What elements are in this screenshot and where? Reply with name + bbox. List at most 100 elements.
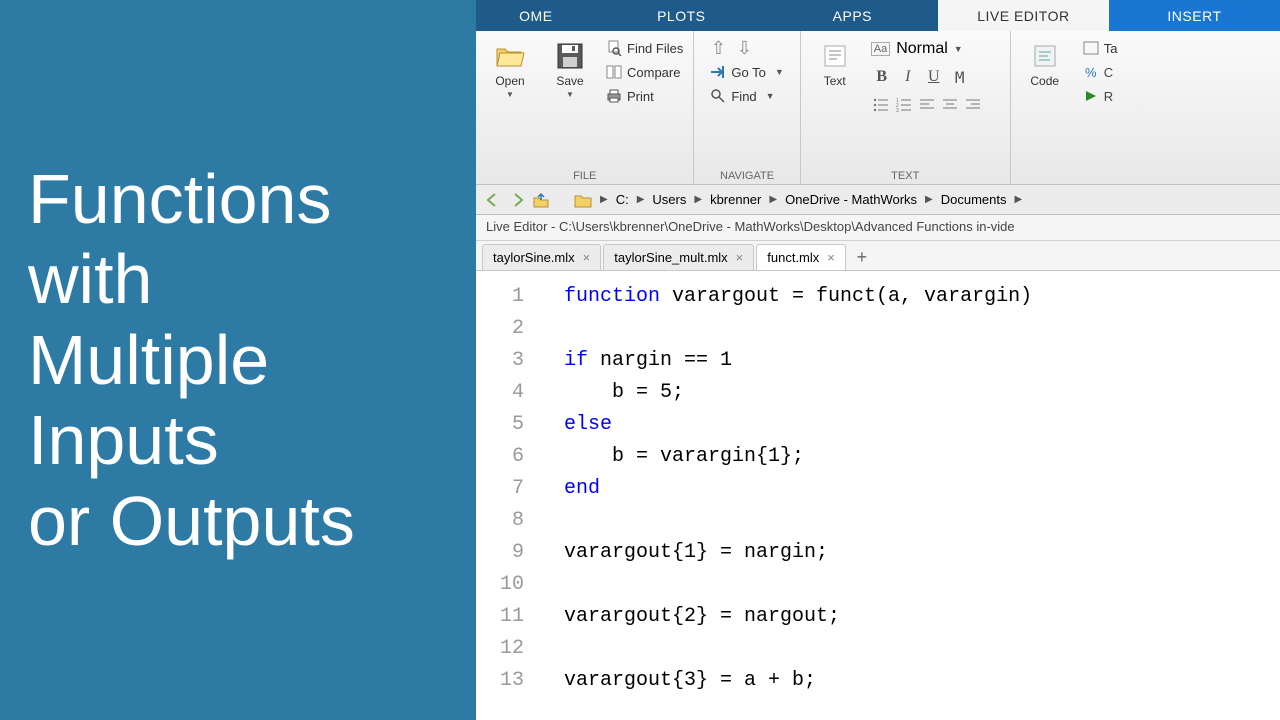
code-line[interactable] [564, 569, 1280, 601]
path-users[interactable]: Users [652, 192, 686, 207]
code-line[interactable]: varargout{1} = nargin; [564, 537, 1280, 569]
chevron-down-icon: ▼ [766, 91, 775, 101]
refactor-button[interactable]: Ta [1079, 38, 1122, 58]
toolstrip-tabs: OME PLOTS APPS LIVE EDITOR INSERT [476, 0, 1280, 31]
chevron-right-icon: ▶ [769, 194, 777, 205]
code-line[interactable]: b = varargin{1}; [564, 441, 1280, 473]
code-button[interactable]: Code [1017, 36, 1073, 92]
code-icon [1029, 40, 1061, 72]
bullet-list-icon[interactable] [871, 96, 891, 114]
line-number: 2 [476, 313, 524, 345]
open-button[interactable]: Open ▼ [482, 36, 538, 103]
code-editor[interactable]: 12345678910111213 function varargout = f… [476, 271, 1280, 720]
path-user[interactable]: kbrenner [710, 192, 761, 207]
tab-live-editor[interactable]: LIVE EDITOR [938, 0, 1109, 31]
code-area[interactable]: function varargout = funct(a, varargin) i… [534, 281, 1280, 720]
tab-apps[interactable]: APPS [767, 0, 938, 31]
print-button[interactable]: Print [602, 86, 687, 106]
line-number: 10 [476, 569, 524, 601]
code-line[interactable] [564, 505, 1280, 537]
path-onedrive[interactable]: OneDrive - MathWorks [785, 192, 917, 207]
file-tab-2[interactable]: taylorSine_mult.mlx × [603, 244, 754, 270]
refactor-icon [1083, 40, 1099, 56]
code-line[interactable]: varargout{3} = a + b; [564, 665, 1280, 697]
new-tab-button[interactable]: + [848, 244, 876, 270]
line-number: 3 [476, 345, 524, 377]
comment-button[interactable]: %C [1079, 62, 1122, 82]
chevron-right-icon: ▶ [694, 194, 702, 205]
chevron-down-icon: ▼ [954, 44, 963, 54]
code-line[interactable] [564, 633, 1280, 665]
file-tabs: taylorSine.mlx × taylorSine_mult.mlx × f… [476, 241, 1280, 271]
folder-icon [574, 191, 592, 209]
arrow-up-icon: ⇧ [710, 40, 726, 56]
forward-icon[interactable] [508, 191, 526, 209]
file-tab-3[interactable]: funct.mlx × [756, 244, 846, 270]
title-line-5: or Outputs [28, 481, 448, 562]
svg-text:3: 3 [896, 108, 899, 112]
close-icon[interactable]: × [583, 250, 591, 265]
title-line-4: Inputs [28, 400, 448, 481]
code-line[interactable]: b = 5; [564, 377, 1280, 409]
tab-home[interactable]: OME [476, 0, 596, 31]
tab-insert[interactable]: INSERT [1109, 0, 1280, 31]
chevron-right-icon: ▶ [1015, 194, 1023, 205]
align-center-icon[interactable] [940, 96, 960, 114]
printer-icon [606, 88, 622, 104]
group-label-file: FILE [482, 168, 687, 184]
path-drive[interactable]: C: [616, 192, 629, 207]
italic-button[interactable]: I [897, 66, 919, 88]
line-number: 6 [476, 441, 524, 473]
line-number: 7 [476, 473, 524, 505]
close-icon[interactable]: × [736, 250, 744, 265]
chevron-right-icon: ▶ [600, 194, 608, 205]
code-line[interactable] [564, 313, 1280, 345]
code-line[interactable]: if nargin == 1 [564, 345, 1280, 377]
text-style-dropdown[interactable]: Aa Normal ▼ [867, 38, 987, 60]
run-button[interactable]: R [1079, 86, 1122, 106]
line-number: 4 [476, 377, 524, 409]
find-button[interactable]: Find ▼ [706, 86, 787, 106]
ribbon-group-navigate: ⇧ ⇩ Go To ▼ Find ▼ NAVIGATE [694, 31, 800, 184]
save-button[interactable]: Save ▼ [542, 36, 598, 103]
title-line-2: with [28, 239, 448, 320]
chevron-down-icon: ▼ [566, 90, 574, 99]
align-left-icon[interactable] [917, 96, 937, 114]
chevron-down-icon: ▼ [506, 90, 514, 99]
monospace-button[interactable]: M [949, 66, 971, 88]
bold-button[interactable]: B [871, 66, 893, 88]
line-number: 9 [476, 537, 524, 569]
text-button[interactable]: Text [807, 36, 863, 92]
up-folder-icon[interactable] [532, 191, 550, 209]
path-documents[interactable]: Documents [941, 192, 1007, 207]
find-files-icon [606, 40, 622, 56]
underline-button[interactable]: U [923, 66, 945, 88]
title-line-3: Multiple [28, 320, 448, 401]
back-icon[interactable] [484, 191, 502, 209]
chevron-down-icon: ▼ [775, 67, 784, 77]
ribbon: Open ▼ Save ▼ Find Files [476, 31, 1280, 185]
code-line[interactable]: else [564, 409, 1280, 441]
ribbon-group-text: Text Aa Normal ▼ B I U M [801, 31, 1011, 184]
group-label-navigate: NAVIGATE [700, 168, 793, 184]
find-files-button[interactable]: Find Files [602, 38, 687, 58]
goto-button[interactable]: Go To ▼ [706, 62, 787, 82]
text-icon [819, 40, 851, 72]
compare-button[interactable]: Compare [602, 62, 687, 82]
tab-plots[interactable]: PLOTS [596, 0, 767, 31]
code-line[interactable]: function varargout = funct(a, varargin) [564, 281, 1280, 313]
title-panel: Functions with Multiple Inputs or Output… [0, 0, 476, 720]
numbered-list-icon[interactable]: 123 [894, 96, 914, 114]
file-tab-1[interactable]: taylorSine.mlx × [482, 244, 601, 270]
title-line-1: Functions [28, 159, 448, 240]
code-line[interactable]: end [564, 473, 1280, 505]
close-icon[interactable]: × [827, 250, 835, 265]
nav-arrows[interactable]: ⇧ ⇩ [706, 38, 787, 58]
group-label-code [1017, 168, 1122, 184]
code-line[interactable]: varargout{2} = nargout; [564, 601, 1280, 633]
chevron-right-icon: ▶ [637, 194, 645, 205]
group-label-text: TEXT [807, 168, 1004, 184]
align-right-icon[interactable] [963, 96, 983, 114]
style-a-icon: Aa [871, 42, 890, 56]
line-gutter: 12345678910111213 [476, 281, 534, 720]
